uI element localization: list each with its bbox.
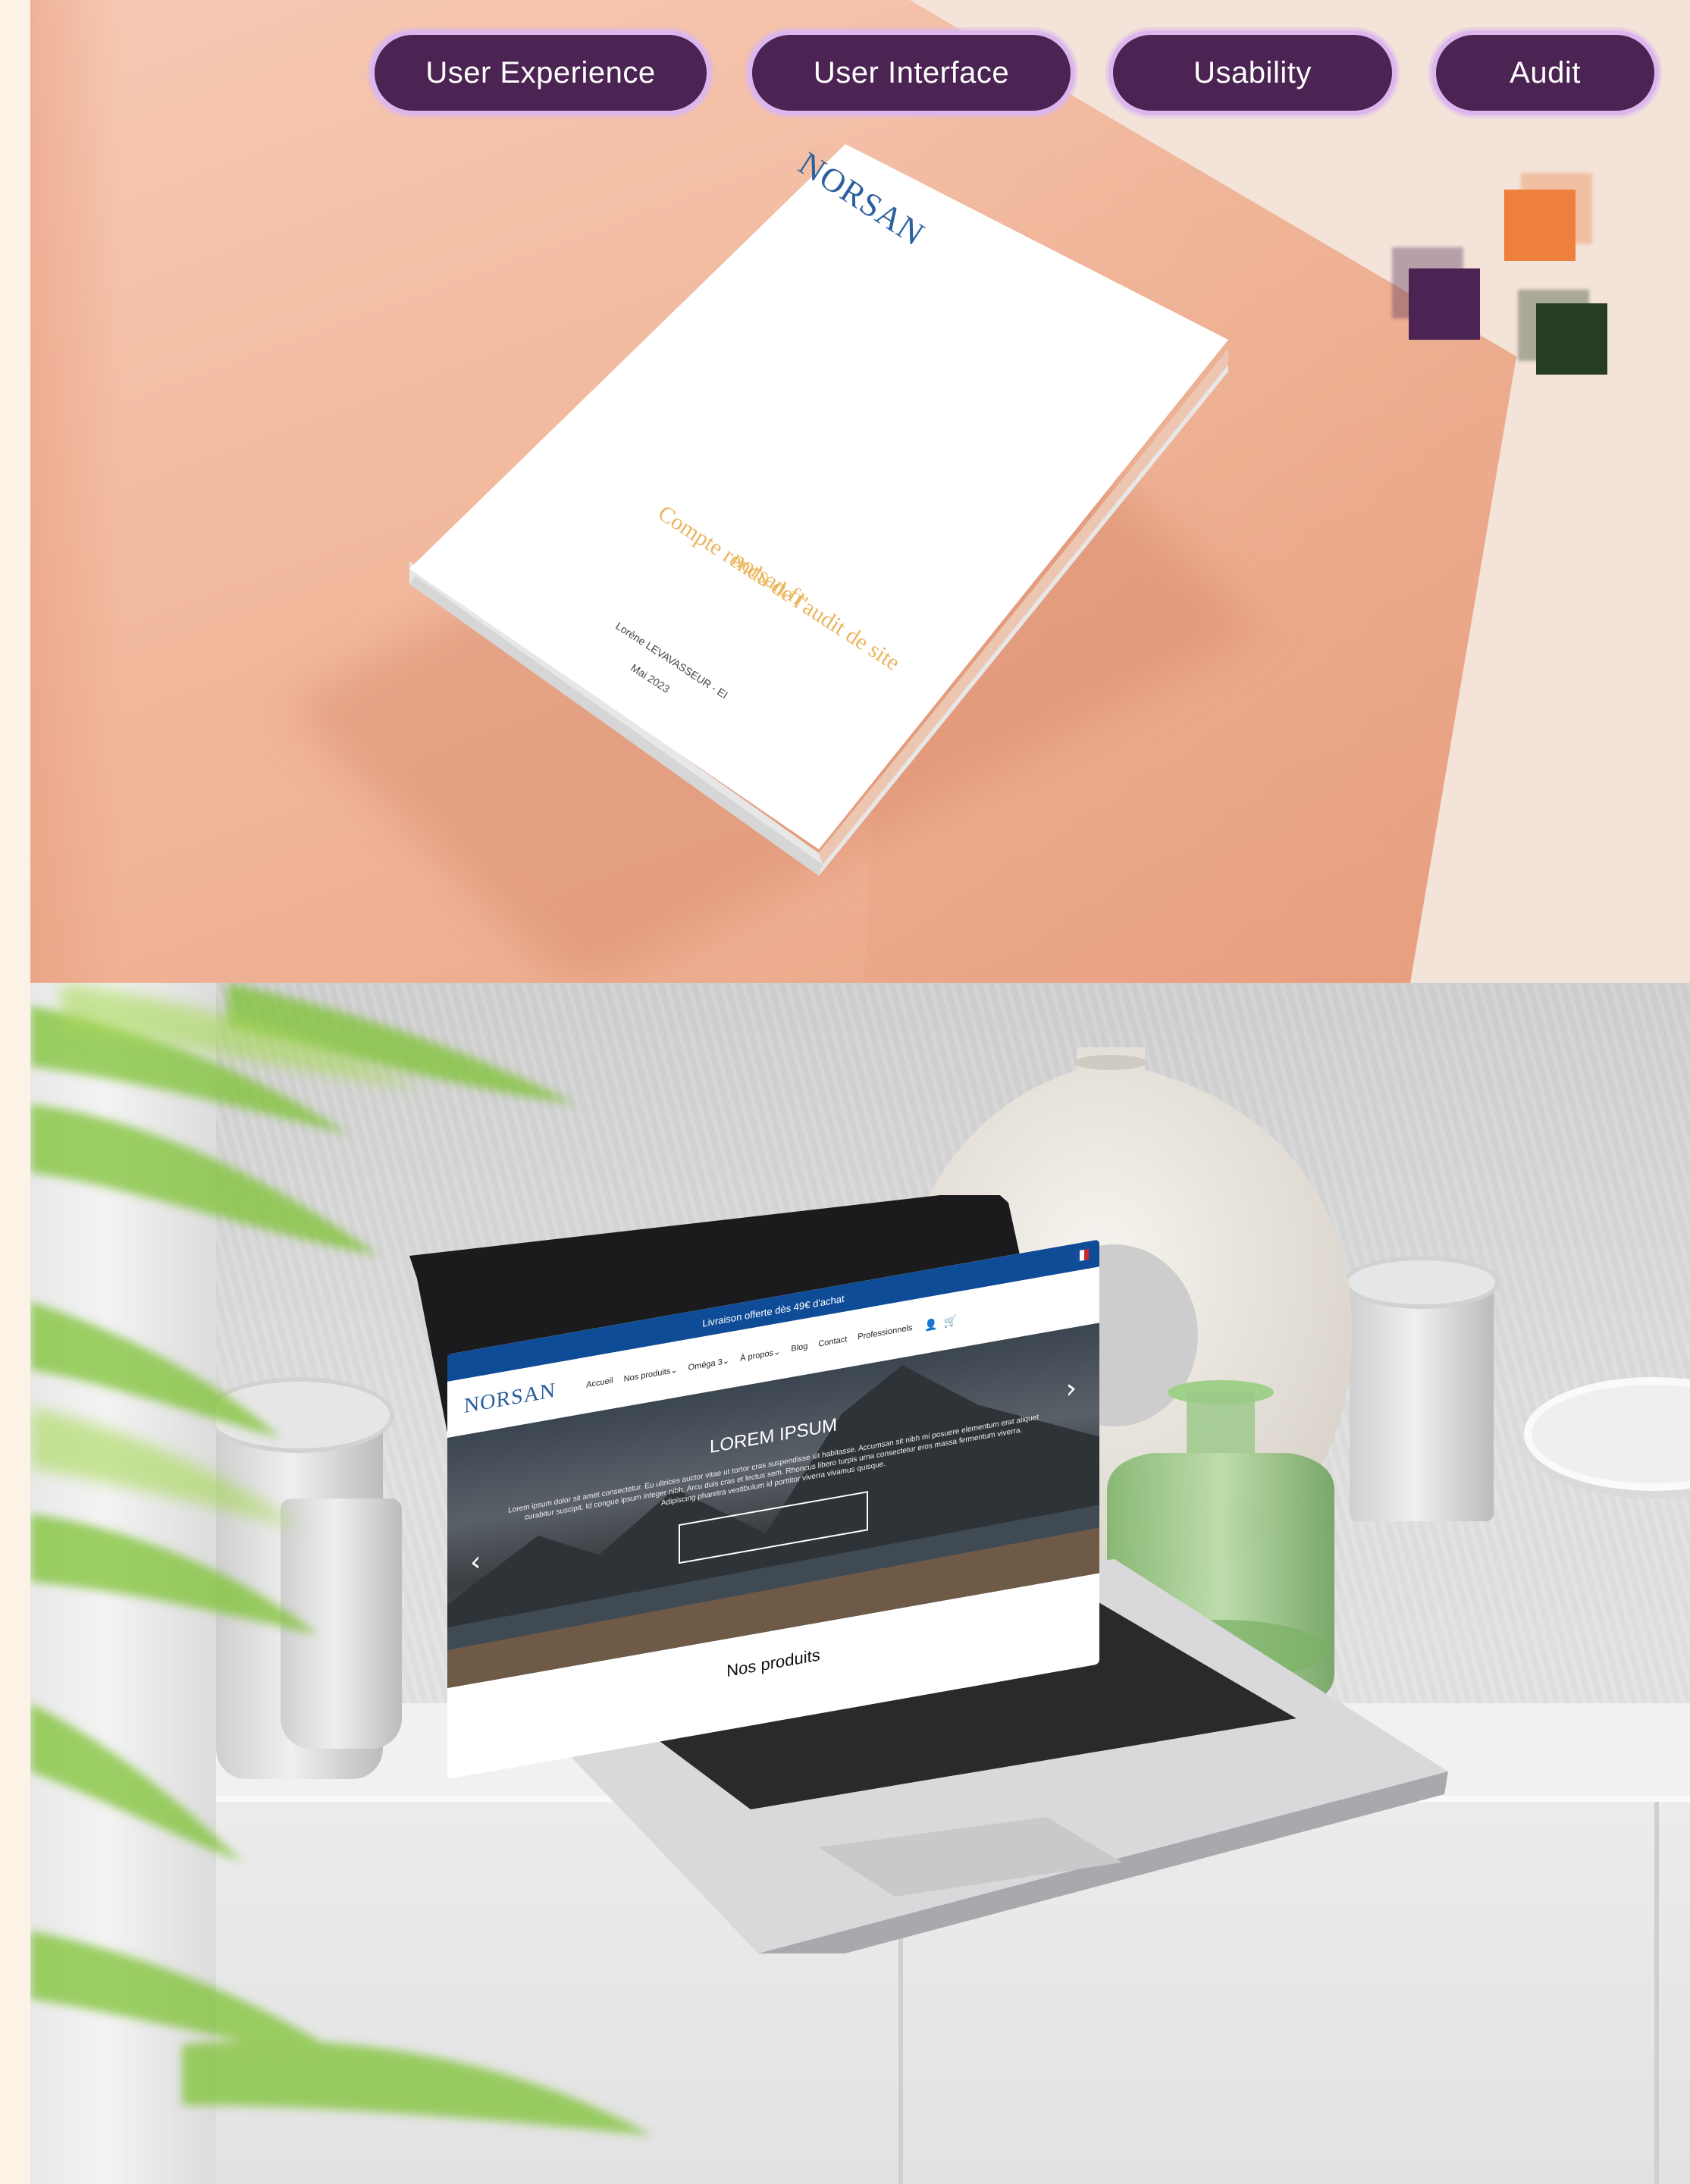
cover-logo: NORSAN <box>792 144 932 253</box>
chevron-down-icon: ⌄ <box>670 1364 678 1376</box>
tag-user-interface: User Interface <box>748 30 1075 115</box>
swatch-purple <box>1409 268 1480 340</box>
cart-icon[interactable]: 🛒 <box>944 1313 957 1329</box>
nav-omega-3[interactable]: Oméga 3⌄ <box>688 1355 729 1373</box>
book-mockup-scene: User Experience User Interface Usability… <box>30 0 1690 983</box>
cover-site: norsan.fr <box>728 546 811 612</box>
carousel-prev-icon[interactable]: ‹ <box>470 1545 481 1579</box>
cover-date: Mai 2023 <box>629 661 673 695</box>
nav-accueil[interactable]: Accueil <box>586 1376 613 1390</box>
laptop: Livraison offerte dès 49€ d'achat NORSAN… <box>394 1195 1456 1953</box>
chevron-down-icon: ⌄ <box>722 1355 730 1367</box>
site-logo[interactable]: NORSAN <box>464 1379 556 1419</box>
pot-rim <box>205 1377 394 1453</box>
grey-pot-small <box>281 1498 402 1749</box>
user-icon[interactable]: 👤 <box>924 1316 937 1332</box>
nav-label: Nos produits <box>623 1366 671 1384</box>
nav-nos-produits[interactable]: Nos produits⌄ <box>624 1364 678 1384</box>
nav-label: À propos <box>740 1348 774 1363</box>
tag-audit: Audit <box>1431 30 1659 115</box>
tag-user-experience: User Experience <box>370 30 711 115</box>
swatch-green <box>1536 303 1607 375</box>
nav-contact[interactable]: Contact <box>818 1335 847 1350</box>
left-margin-strip <box>0 0 30 2184</box>
cover-author: Lorène LEVAVASSEUR - EI <box>613 620 730 701</box>
laptop-mockup-scene: Livraison offerte dès 49€ d'achat NORSAN… <box>30 983 1690 2184</box>
swatch-orange <box>1504 190 1576 261</box>
book-cover-text: NORSAN Compte rendu de l'audit de site n… <box>409 144 1228 887</box>
nav-blog[interactable]: Blog <box>791 1341 807 1354</box>
french-flag-icon[interactable] <box>1075 1248 1089 1263</box>
wall-shade <box>30 0 121 983</box>
tag-usability: Usability <box>1108 30 1397 115</box>
carousel-next-icon[interactable]: › <box>1066 1373 1077 1406</box>
nav-a-propos[interactable]: À propos⌄ <box>740 1346 780 1363</box>
audit-report-book: NORSAN Compte rendu de l'audit de site n… <box>283 144 1264 983</box>
nav-icons: 👤 🛒 <box>924 1313 957 1332</box>
wooden-post <box>30 983 216 2184</box>
portfolio-mockup-page: User Experience User Interface Usability… <box>0 0 1690 2184</box>
nav-professionnels[interactable]: Professionnels <box>858 1323 912 1342</box>
cabinet-divider <box>1654 1802 1659 2184</box>
chevron-down-icon: ⌄ <box>773 1347 781 1357</box>
nav-label: Oméga 3 <box>688 1357 723 1373</box>
